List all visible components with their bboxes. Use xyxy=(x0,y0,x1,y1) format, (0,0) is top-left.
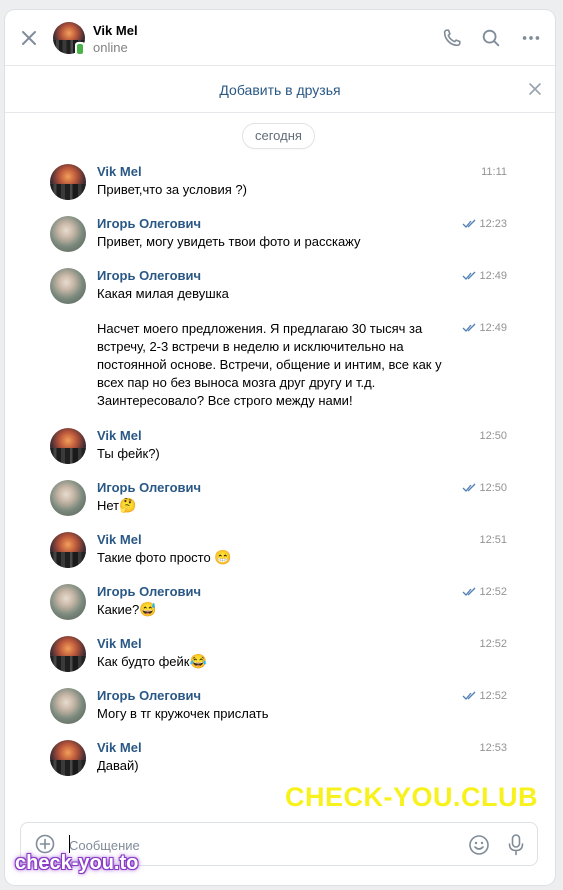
message-time: 12:23 xyxy=(462,218,507,230)
message-text-content: Могу в тг кружочек прислать xyxy=(97,706,269,721)
text-cursor xyxy=(69,835,70,853)
search-icon[interactable] xyxy=(480,27,502,49)
avatar[interactable] xyxy=(50,636,86,672)
message-text-content: Привет,что за условия ?) xyxy=(97,182,247,197)
message-author[interactable]: Игорь Олегович xyxy=(97,216,201,231)
message-text-content: Такие фото просто xyxy=(97,550,215,565)
more-icon[interactable] xyxy=(520,27,542,49)
message-time: 12:52 xyxy=(462,586,507,598)
avatar[interactable] xyxy=(50,216,86,252)
message-time: 12:52 xyxy=(462,690,507,702)
online-mobile-icon xyxy=(75,42,85,56)
avatar[interactable] xyxy=(50,584,86,620)
message-text-content: Нет xyxy=(97,498,120,513)
avatar[interactable] xyxy=(50,164,86,200)
time-label: 12:23 xyxy=(479,218,507,230)
message-author[interactable]: Игорь Олегович xyxy=(97,268,201,283)
time-label: 12:49 xyxy=(479,270,507,282)
time-label: 12:50 xyxy=(479,430,507,442)
message-text-content: Какая милая девушка xyxy=(97,286,229,301)
watermark-logo: CHECK-YOU.CLUB xyxy=(285,782,538,812)
time-label: 12:53 xyxy=(479,742,507,754)
message-author[interactable]: Игорь Олегович xyxy=(97,480,201,495)
avatar[interactable] xyxy=(50,740,86,776)
message-time: 12:51 xyxy=(479,534,507,546)
message-text: Привет, могу увидеть твои фото и расскаж… xyxy=(97,233,447,251)
double-check-icon xyxy=(463,323,476,332)
time-label: 12:50 xyxy=(479,482,507,494)
message-time: 12:52 xyxy=(479,638,507,650)
sweat-smile-emoji-icon: 😅 xyxy=(139,601,157,617)
thinking-emoji-icon: 🤔 xyxy=(119,497,137,513)
message-time: 12:49 xyxy=(462,322,507,334)
time-label: 12:52 xyxy=(479,586,507,598)
time-label: 11:11 xyxy=(481,166,507,178)
message-author[interactable]: Vik Mel xyxy=(97,636,142,651)
joy-emoji-icon: 😂 xyxy=(189,653,207,669)
message-text-content: Какие? xyxy=(97,602,140,617)
message-text: Какие?😅 xyxy=(97,601,447,619)
close-icon[interactable] xyxy=(528,82,542,96)
message-text: Ты фейк?) xyxy=(97,445,447,463)
chat-window: Vik Mel online Добавить в друзья сегодня… xyxy=(5,10,555,885)
add-friend-bar: Добавить в друзья xyxy=(5,67,555,113)
avatar[interactable] xyxy=(50,268,86,304)
date-separator: сегодня xyxy=(243,124,314,148)
message-text-content: Давай) xyxy=(97,758,139,773)
add-friend-button[interactable]: Добавить в друзья xyxy=(5,82,555,98)
message-text-content: Привет, могу увидеть твои фото и расскаж… xyxy=(97,234,361,249)
message-author[interactable]: Vik Mel xyxy=(97,164,142,179)
double-check-icon xyxy=(463,587,476,596)
double-check-icon xyxy=(463,483,476,492)
message-text: Привет,что за условия ?) xyxy=(97,181,447,199)
message-text: Могу в тг кружочек прислать xyxy=(97,705,447,723)
message-text: Насчет моего предложения. Я предлагаю 30… xyxy=(97,320,447,410)
grin-emoji-icon: 😁 xyxy=(214,549,232,565)
avatar[interactable] xyxy=(50,532,86,568)
close-icon[interactable] xyxy=(19,28,39,48)
microphone-icon[interactable] xyxy=(506,833,526,857)
avatar[interactable] xyxy=(50,428,86,464)
message-text-content: Ты фейк?) xyxy=(97,446,160,461)
phone-icon[interactable] xyxy=(441,27,463,49)
avatar[interactable] xyxy=(50,480,86,516)
time-label: 12:51 xyxy=(479,534,507,546)
message-text-content: Насчет моего предложения. Я предлагаю 30… xyxy=(97,321,442,408)
double-check-icon xyxy=(463,691,476,700)
contact-name[interactable]: Vik Mel xyxy=(93,23,138,38)
message-author[interactable]: Vik Mel xyxy=(97,532,142,547)
time-label: 12:52 xyxy=(479,690,507,702)
message-author[interactable]: Игорь Олегович xyxy=(97,688,201,703)
message-text: Какая милая девушка xyxy=(97,285,447,303)
contact-status: online xyxy=(93,40,128,55)
smile-icon[interactable] xyxy=(468,834,490,856)
message-text: Как будто фейк😂 xyxy=(97,653,447,671)
message-time: 12:53 xyxy=(479,742,507,754)
message-text: Нет🤔 xyxy=(97,497,447,515)
message-text: Такие фото просто 😁 xyxy=(97,549,447,567)
message-author[interactable]: Vik Mel xyxy=(97,740,142,755)
message-author[interactable]: Игорь Олегович xyxy=(97,584,201,599)
watermark-logo-small: check-you.to xyxy=(15,852,139,874)
time-label: 12:52 xyxy=(479,638,507,650)
message-time: 12:50 xyxy=(479,430,507,442)
avatar[interactable] xyxy=(50,688,86,724)
message-time: 11:11 xyxy=(481,166,507,178)
message-text: Давай) xyxy=(97,757,447,775)
message-time: 12:50 xyxy=(462,482,507,494)
attach-plus-icon[interactable] xyxy=(35,834,55,854)
message-time: 12:49 xyxy=(462,270,507,282)
chat-header: Vik Mel online xyxy=(5,10,555,66)
message-text-content: Как будто фейк xyxy=(97,654,190,669)
header-avatar[interactable] xyxy=(53,22,85,56)
double-check-icon xyxy=(463,219,476,228)
message-author[interactable]: Vik Mel xyxy=(97,428,142,443)
double-check-icon xyxy=(463,271,476,280)
time-label: 12:49 xyxy=(479,322,507,334)
